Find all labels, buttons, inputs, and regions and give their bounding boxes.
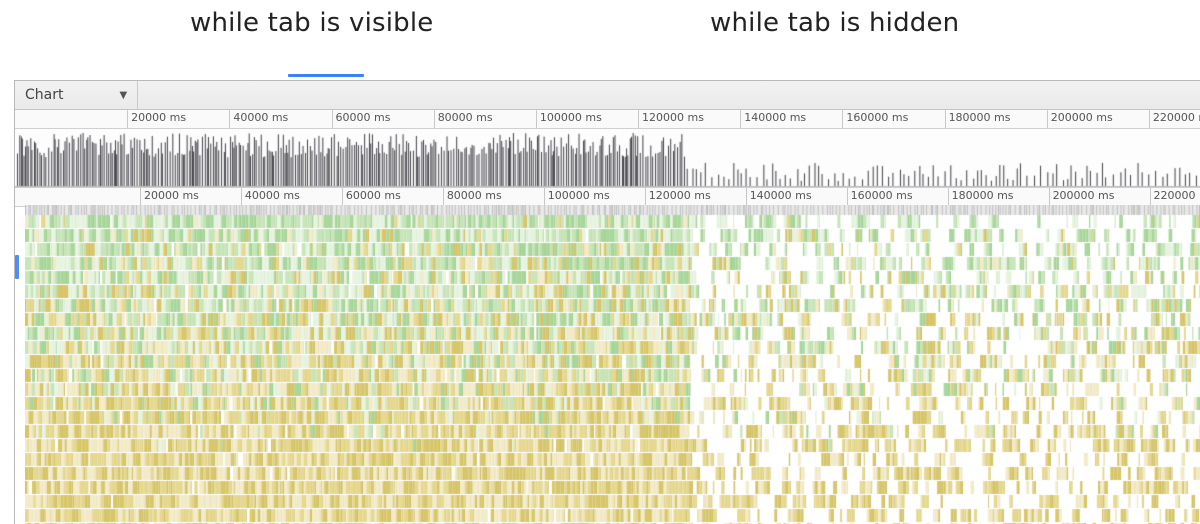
ruler-tick	[536, 110, 537, 128]
ruler-tick-label: 140000 ms	[744, 111, 806, 124]
ruler-tick	[443, 188, 444, 206]
ruler-tick	[140, 188, 141, 206]
profiler-toolbar: Chart ▼	[15, 81, 1200, 110]
ruler-tick-label: 120000 ms	[642, 111, 704, 124]
ruler-tick-label: 20000 ms	[144, 189, 199, 202]
ruler-tick-label: 220000 ms	[1154, 189, 1200, 202]
ruler-tick	[1047, 110, 1048, 128]
ruler-tick	[847, 188, 848, 206]
ruler-tick-label: 160000 ms	[851, 189, 913, 202]
ruler-tick-label: 140000 ms	[750, 189, 812, 202]
ruler-tick-label: 60000 ms	[336, 111, 391, 124]
ruler-tick	[229, 110, 230, 128]
ruler-tick-label: 80000 ms	[447, 189, 502, 202]
ruler-tick-label: 200000 ms	[1051, 111, 1113, 124]
ruler-tick	[945, 110, 946, 128]
annotation-hidden-label: while tab is hidden	[710, 8, 959, 38]
ruler-tick	[434, 110, 435, 128]
ruler-tick	[645, 188, 646, 206]
ruler-tick-label: 100000 ms	[548, 189, 610, 202]
ruler-tick	[746, 188, 747, 206]
view-mode-select[interactable]: Chart ▼	[15, 81, 138, 109]
overview-time-ruler[interactable]: 20000 ms 40000 ms 60000 ms 80000 ms 100000 m…	[15, 110, 1200, 129]
ruler-tick	[544, 188, 545, 206]
ruler-tick-label: 160000 ms	[846, 111, 908, 124]
ruler-tick-label: 40000 ms	[245, 189, 300, 202]
flame-chart[interactable]	[25, 205, 1200, 524]
flame-chart-canvas	[25, 205, 1200, 524]
ruler-tick	[332, 110, 333, 128]
ruler-tick-label: 200000 ms	[1053, 189, 1115, 202]
ruler-tick-label: 80000 ms	[438, 111, 493, 124]
ruler-tick-label: 20000 ms	[131, 111, 186, 124]
ruler-tick-label: 40000 ms	[233, 111, 288, 124]
current-range-marker	[15, 255, 19, 279]
active-tab-indicator	[288, 74, 364, 77]
ruler-tick-label: 180000 ms	[952, 189, 1014, 202]
ruler-tick-label: 120000 ms	[649, 189, 711, 202]
ruler-tick	[948, 188, 949, 206]
ruler-tick-label: 220000 ms	[1153, 111, 1200, 124]
chevron-down-icon: ▼	[119, 90, 127, 101]
ruler-tick	[638, 110, 639, 128]
ruler-tick	[842, 110, 843, 128]
ruler-tick-label: 60000 ms	[346, 189, 401, 202]
ruler-tick	[1149, 110, 1150, 128]
profiler-panel: Chart ▼ 20000 ms 40000 ms 60000 ms 80000 ms…	[14, 80, 1200, 524]
ruler-tick	[1049, 188, 1050, 206]
ruler-tick	[1150, 188, 1151, 206]
ruler-tick-label: 100000 ms	[540, 111, 602, 124]
ruler-tick	[740, 110, 741, 128]
cpu-overview-canvas	[15, 129, 1200, 187]
ruler-tick-label: 180000 ms	[949, 111, 1011, 124]
ruler-tick	[127, 110, 128, 128]
cpu-overview-strip[interactable]	[15, 129, 1200, 188]
ruler-tick	[342, 188, 343, 206]
annotation-visible-label: while tab is visible	[190, 8, 433, 38]
view-mode-value: Chart	[25, 87, 63, 103]
ruler-tick	[241, 188, 242, 206]
